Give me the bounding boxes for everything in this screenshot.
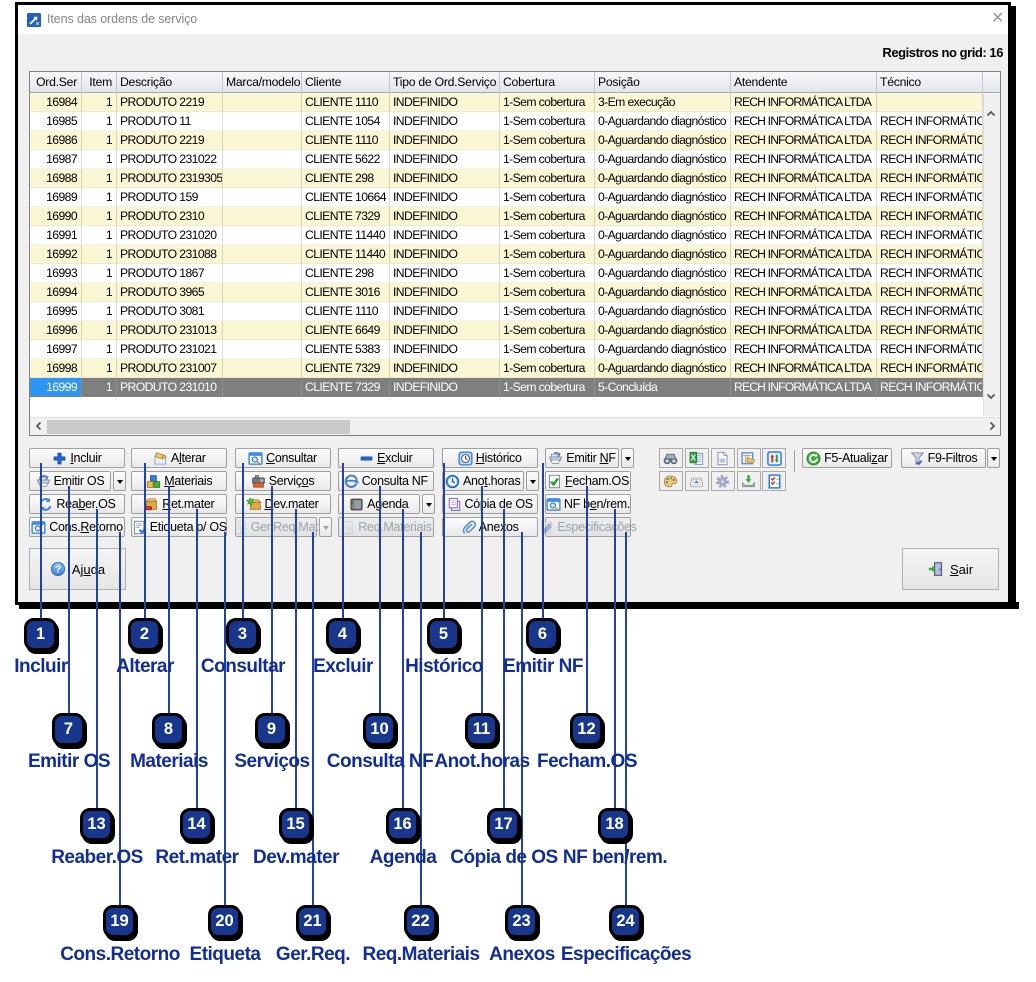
svg-text:X: X (691, 453, 697, 462)
svg-text:?: ? (55, 564, 61, 576)
